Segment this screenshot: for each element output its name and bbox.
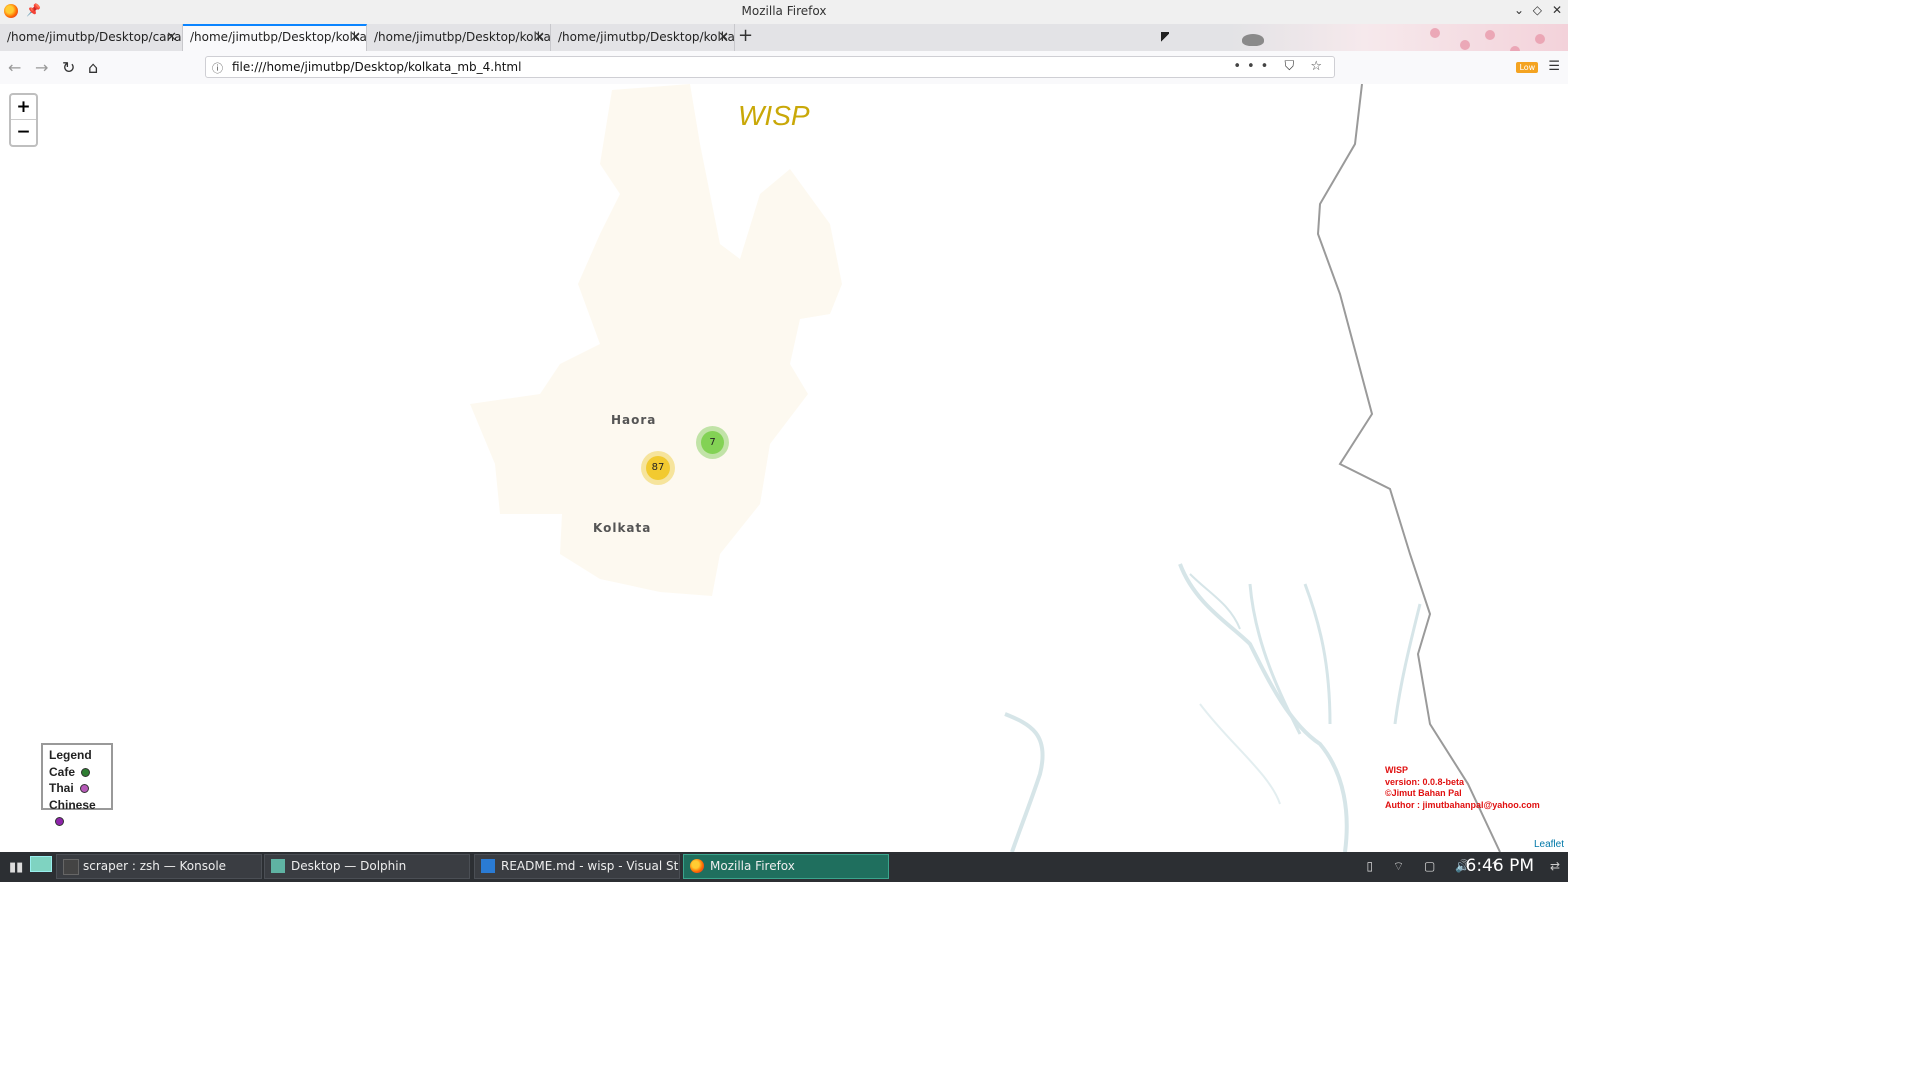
forward-icon[interactable]: →: [35, 58, 48, 77]
cluster-count: 87: [651, 462, 665, 473]
legend-label: Thai: [49, 781, 74, 795]
task-dolphin[interactable]: Desktop — Dolphin: [264, 854, 470, 879]
tab-3[interactable]: /home/jimutbp/Desktop/kolkata ✕: [367, 24, 551, 51]
task-label: scraper : zsh — Konsole: [83, 859, 227, 873]
tab-1[interactable]: /home/jimutbp/Desktop/canada ✕: [0, 24, 183, 51]
tab-2[interactable]: /home/jimutbp/Desktop/kolkata ✕: [183, 24, 367, 51]
legend-label: Chinese: [49, 797, 96, 812]
bird-decoration: [1242, 34, 1264, 46]
close-window-icon[interactable]: ✕: [1552, 3, 1562, 17]
map-legend: Legend Cafe Thai Chinese: [41, 743, 113, 827]
page-actions[interactable]: ••• ⛉ ☆: [1233, 59, 1328, 74]
place-label-kolkata: Kolkata: [593, 521, 652, 535]
home-icon[interactable]: ⌂: [88, 58, 98, 77]
legend-item: Cafe: [49, 764, 105, 781]
minimize-icon[interactable]: ⌄: [1514, 3, 1524, 17]
cafe-dot-icon: [81, 767, 91, 777]
task-konsole[interactable]: scraper : zsh — Konsole: [56, 854, 262, 879]
thai-dot-icon: [79, 784, 89, 794]
tab-label: /home/jimutbp/Desktop/kolkata: [558, 30, 735, 44]
tab-label: /home/jimutbp/Desktop/kolkata: [374, 30, 551, 44]
credit-line: version: 0.0.8-beta: [1385, 776, 1465, 787]
navigation-bar: ← → ↻ ⌂ ⓘ file:///home/jimutbp/Desktop/k…: [0, 51, 1568, 85]
reload-icon[interactable]: ↻: [62, 58, 75, 77]
wisp-credit: WISP version: 0.0.8-beta ©Jimut Bahan Pa…: [1385, 765, 1540, 811]
taskbar: ▮▮ scraper : zsh — Konsole Desktop — Dol…: [0, 852, 1568, 882]
menu-icon[interactable]: ☰: [1548, 59, 1560, 74]
task-label: README.md - wisp - Visual Studio ...: [501, 859, 679, 873]
zoom-control: + −: [9, 93, 38, 147]
url-text[interactable]: file:///home/jimutbp/Desktop/kolkata_mb_…: [232, 60, 521, 74]
clock[interactable]: 6:46 PM: [1466, 856, 1535, 876]
flower-decoration: [1485, 30, 1495, 40]
tab-label: /home/jimutbp/Desktop/canada: [7, 30, 183, 44]
credit-line: Author : jimutbahanpal@yahoo.com: [1385, 799, 1540, 810]
tab-label: /home/jimutbp/Desktop/kolkata: [190, 30, 367, 44]
toolbar-icons: Low ☰: [1516, 59, 1560, 74]
legend-item: Chinese: [49, 797, 105, 830]
mouse-cursor-icon: [1161, 32, 1169, 44]
river-path: [1303, 583, 1332, 725]
url-bar[interactable]: ⓘ file:///home/jimutbp/Desktop/kolkata_m…: [205, 56, 1335, 78]
legend-label: Cafe: [49, 764, 76, 779]
close-tab-icon[interactable]: ✕: [350, 26, 361, 49]
place-label-haora: Haora: [611, 413, 657, 427]
legend-item: Thai: [49, 780, 105, 797]
back-icon[interactable]: ←: [8, 58, 21, 77]
firefox-icon: [690, 859, 704, 873]
credit-line: WISP: [1385, 765, 1409, 775]
zoom-out-button[interactable]: −: [11, 120, 36, 144]
maximize-icon[interactable]: ◇: [1533, 3, 1542, 17]
river-path: [1199, 703, 1281, 805]
task-label: Mozilla Firefox: [710, 859, 795, 873]
marker-cluster[interactable]: 87: [641, 451, 675, 485]
panel-options-icon[interactable]: ⇄: [1550, 859, 1560, 873]
river-path: [1004, 712, 1045, 852]
close-tab-icon[interactable]: ✕: [534, 24, 545, 51]
flower-decoration: [1430, 28, 1440, 38]
close-tab-icon[interactable]: ✕: [166, 24, 177, 51]
map-title: WISP: [738, 100, 810, 131]
terminal-icon: [63, 859, 79, 875]
legend-title: Legend: [49, 748, 92, 762]
task-vscode[interactable]: README.md - wisp - Visual Studio ...: [474, 854, 680, 879]
flower-decoration: [1460, 40, 1470, 50]
window-titlebar: 📌 Mozilla Firefox ⌄ ◇ ✕: [0, 0, 1568, 24]
marker-cluster[interactable]: 7: [696, 426, 729, 459]
low-badge[interactable]: Low: [1516, 62, 1539, 73]
map-view[interactable]: + − WISP Haora Kolkata 87 7 Legend Cafe …: [0, 84, 1568, 852]
task-label: Desktop — Dolphin: [291, 859, 407, 873]
chinese-dot-icon: [55, 817, 64, 827]
river-path: [1393, 603, 1422, 725]
info-icon[interactable]: ⓘ: [212, 60, 223, 76]
credit-line: ©Jimut Bahan Pal: [1385, 788, 1462, 798]
new-tab-button[interactable]: +: [738, 25, 753, 46]
task-firefox[interactable]: Mozilla Firefox: [683, 854, 889, 879]
app-launcher-icon[interactable]: ▮▮: [9, 860, 23, 875]
show-desktop-icon[interactable]: [30, 856, 52, 872]
map-tiles: [470, 84, 1501, 852]
border-line: [1316, 84, 1501, 852]
leaflet-attribution-link[interactable]: Leaflet: [1534, 839, 1564, 850]
window-title: Mozilla Firefox: [741, 4, 827, 18]
zoom-in-button[interactable]: +: [11, 95, 36, 120]
river-path: [1189, 573, 1241, 630]
close-tab-icon[interactable]: ✕: [718, 24, 729, 51]
tab-4[interactable]: /home/jimutbp/Desktop/kolkata ✕: [551, 24, 735, 51]
folder-icon: [271, 859, 285, 873]
cluster-count: 7: [709, 437, 716, 448]
urban-area-shape: [470, 84, 842, 596]
river-path: [1178, 563, 1349, 852]
vscode-icon: [481, 859, 495, 873]
flower-decoration: [1535, 34, 1545, 44]
